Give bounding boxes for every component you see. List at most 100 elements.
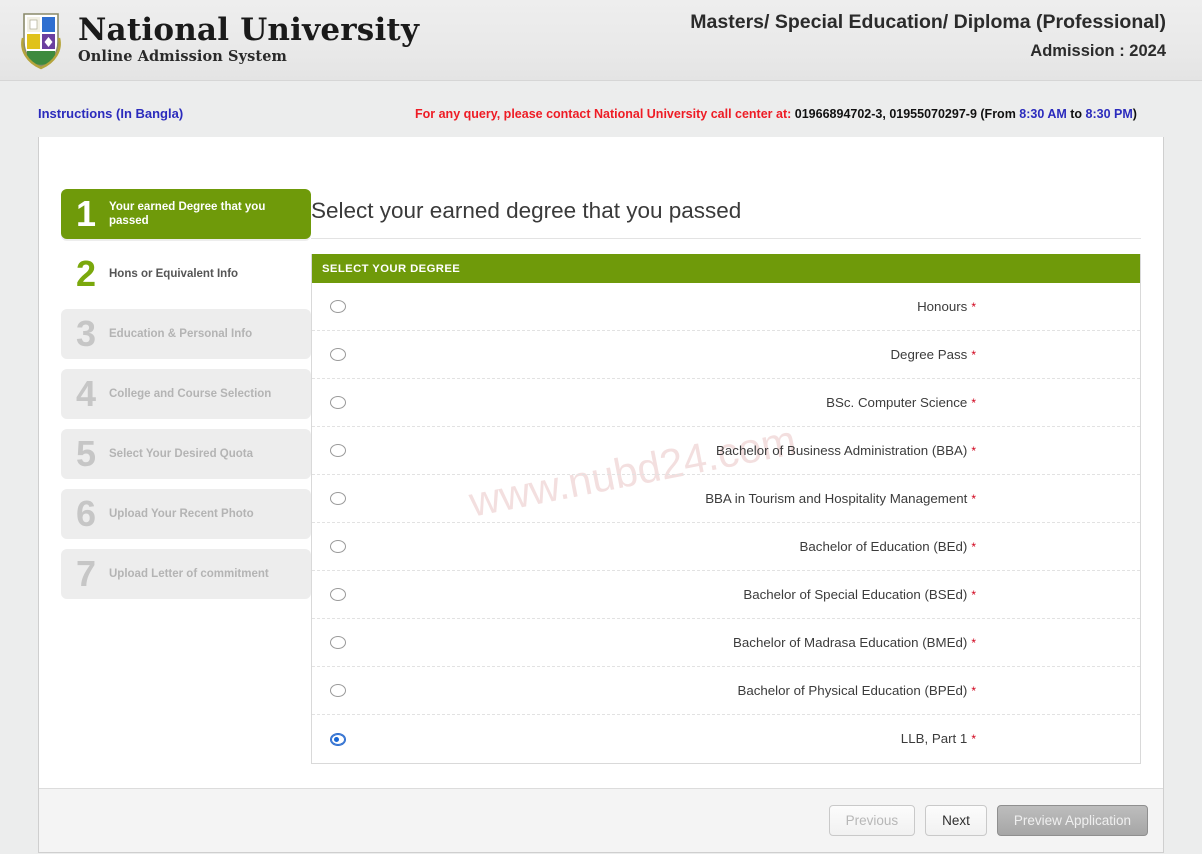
application-form-card: 1 Your earned Degree that you passed 2 Hons…: [38, 137, 1164, 853]
previous-button[interactable]: Previous: [828, 805, 916, 836]
degree-label-wrap: Honours *: [354, 298, 1114, 316]
required-asterisk: *: [971, 587, 976, 602]
step-label: Upload Your Recent Photo: [109, 508, 254, 520]
step-number: 1: [75, 193, 97, 234]
degree-radio[interactable]: [330, 444, 346, 457]
admission-year: Admission : 2024: [1030, 42, 1166, 60]
notice-row: Instructions (In Bangla) For any query, …: [0, 101, 1202, 129]
degree-label-wrap: Bachelor of Education (BEd) *: [354, 538, 1114, 556]
step-number: 4: [75, 373, 97, 414]
brand: National University Online Admission Sys…: [18, 8, 419, 70]
page-title: Select your earned degree that you passe…: [311, 188, 1141, 239]
step-item-6: 6 Upload Your Recent Photo: [61, 489, 311, 539]
degree-label-wrap: Bachelor of Special Education (BSEd) *: [354, 586, 1114, 604]
step-number: 3: [75, 313, 97, 354]
call-center-paren: ): [1132, 107, 1137, 121]
step-label: Upload Letter of commitment: [109, 568, 269, 580]
step-item-1[interactable]: 1 Your earned Degree that you passed: [61, 189, 311, 239]
degree-option-row[interactable]: Bachelor of Madrasa Education (BMEd) *: [312, 619, 1140, 667]
degree-radio[interactable]: [330, 588, 346, 601]
brand-title: National University: [78, 12, 420, 48]
step-label: Select Your Desired Quota: [109, 448, 254, 460]
call-center-from: (From: [980, 107, 1016, 121]
step-item-4: 4 College and Course Selection: [61, 369, 311, 419]
degree-box-header: SELECT YOUR DEGREE: [312, 254, 1140, 283]
call-center-numbers: 01966894702-3, 01955070297-9: [794, 107, 977, 121]
step-item-7: 7 Upload Letter of commitment: [61, 549, 311, 599]
degree-label-wrap: LLB, Part 1 *: [354, 730, 1114, 748]
degree-option-row[interactable]: BBA in Tourism and Hospitality Managemen…: [312, 475, 1140, 523]
call-center-notice: For any query, please contact National U…: [415, 107, 1137, 121]
degree-box: SELECT YOUR DEGREE www.nubd24.com Honour…: [311, 254, 1141, 764]
form-footer: Previous Next Preview Application: [39, 788, 1163, 852]
degree-label: Bachelor of Physical Education (BPEd): [737, 682, 968, 698]
step-number: 7: [75, 553, 97, 594]
degree-label: Degree Pass: [890, 346, 968, 362]
degree-radio[interactable]: [330, 396, 346, 409]
degree-option-row[interactable]: Bachelor of Education (BEd) *: [312, 523, 1140, 571]
preview-application-button[interactable]: Preview Application: [996, 805, 1148, 836]
degree-label: LLB, Part 1: [900, 731, 968, 746]
degree-label: Honours: [917, 298, 968, 314]
step-number: 5: [75, 433, 97, 474]
degree-option-row[interactable]: BSc. Computer Science *: [312, 379, 1140, 427]
degree-list: www.nubd24.com Honours * Degree Pass * BSc. …: [312, 283, 1140, 763]
national-university-crest-icon: [18, 8, 64, 70]
instructions-bangla-link[interactable]: Instructions (In Bangla): [38, 106, 183, 121]
degree-option-row[interactable]: Bachelor of Business Administration (BBA…: [312, 427, 1140, 475]
step-number: 6: [75, 493, 97, 534]
degree-radio[interactable]: [330, 348, 346, 361]
required-asterisk: *: [971, 299, 976, 314]
degree-label: Bachelor of Madrasa Education (BMEd): [733, 634, 968, 650]
required-asterisk: *: [971, 491, 976, 506]
step-navigation: 1 Your earned Degree that you passed 2 Hons…: [61, 189, 311, 609]
call-center-open-time: 8:30 AM: [1019, 107, 1067, 121]
degree-radio[interactable]: [330, 492, 346, 505]
degree-option-row[interactable]: LLB, Part 1 *: [312, 715, 1140, 763]
brand-subtitle: Online Admission System: [78, 48, 287, 65]
required-asterisk: *: [971, 539, 976, 554]
degree-label: Bachelor of Special Education (BSEd): [743, 586, 968, 602]
program-title: Masters/ Special Education/ Diploma (Pro…: [690, 11, 1166, 33]
degree-option-row[interactable]: Bachelor of Special Education (BSEd) *: [312, 571, 1140, 619]
site-header: National University Online Admission Sys…: [0, 0, 1202, 81]
application-form-body: 1 Your earned Degree that you passed 2 Hons…: [39, 168, 1163, 816]
call-center-to: to: [1070, 107, 1083, 121]
degree-radio-selected[interactable]: [330, 732, 346, 746]
degree-radio[interactable]: [330, 636, 346, 649]
degree-box-header-label: SELECT YOUR DEGREE: [322, 262, 461, 275]
degree-radio[interactable]: [330, 300, 346, 313]
degree-label: BSc. Computer Science: [826, 394, 968, 410]
next-button[interactable]: Next: [925, 805, 987, 836]
degree-label: Bachelor of Education (BEd): [799, 538, 968, 554]
degree-radio[interactable]: [330, 684, 346, 697]
degree-option-row[interactable]: Bachelor of Physical Education (BPEd) *: [312, 667, 1140, 715]
brand-text: National University Online Admission Sys…: [78, 13, 419, 65]
required-asterisk: *: [971, 635, 976, 650]
call-center-close-time: 8:30 PM: [1085, 107, 1133, 121]
degree-label-wrap: BSc. Computer Science *: [354, 394, 1114, 412]
step-item-3: 3 Education & Personal Info: [61, 309, 311, 359]
step-item-2[interactable]: 2 Hons or Equivalent Info: [61, 249, 311, 299]
step-label: Education & Personal Info: [109, 328, 253, 340]
required-asterisk: *: [971, 732, 976, 746]
degree-label-wrap: Bachelor of Madrasa Education (BMEd) *: [354, 634, 1114, 652]
degree-label-wrap: Degree Pass *: [354, 346, 1114, 364]
required-asterisk: *: [971, 443, 976, 458]
degree-option-row[interactable]: Degree Pass *: [312, 331, 1140, 379]
degree-option-row[interactable]: Honours *: [312, 283, 1140, 331]
degree-radio[interactable]: [330, 540, 346, 553]
degree-label: BBA in Tourism and Hospitality Managemen…: [705, 490, 968, 506]
required-asterisk: *: [971, 683, 976, 698]
degree-label-wrap: Bachelor of Physical Education (BPEd) *: [354, 682, 1114, 700]
step-item-5: 5 Select Your Desired Quota: [61, 429, 311, 479]
required-asterisk: *: [971, 395, 976, 410]
step-label: Hons or Equivalent Info: [109, 268, 239, 280]
degree-label-wrap: Bachelor of Business Administration (BBA…: [354, 442, 1114, 460]
degree-label-wrap: BBA in Tourism and Hospitality Managemen…: [354, 490, 1114, 508]
step-number: 2: [75, 253, 97, 294]
step-label: College and Course Selection: [109, 388, 272, 400]
degree-label: Bachelor of Business Administration (BBA…: [716, 442, 968, 458]
required-asterisk: *: [971, 347, 976, 362]
step-label: Your earned Degree that you passed: [109, 201, 266, 227]
